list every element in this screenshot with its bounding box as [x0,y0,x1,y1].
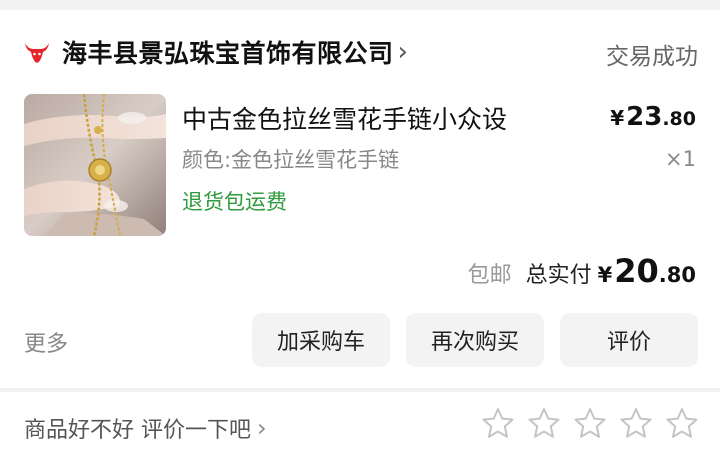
product-thumbnail[interactable] [24,94,166,236]
product-image [24,94,166,236]
shop-header[interactable]: 海丰县景弘珠宝首饰有限公司 › 交易成功 [22,32,698,72]
review-prompt-text[interactable]: 商品好不好 评价一下吧 [24,412,251,444]
order-status: 交易成功 [606,44,698,70]
shop-name[interactable]: 海丰县景弘珠宝首饰有限公司 [62,34,394,70]
star-rating[interactable] [480,406,700,442]
add-to-cart-button[interactable]: 加采购车 [252,313,390,367]
total-label: 总实付 [525,263,592,288]
star-outline-icon[interactable] [526,406,562,442]
review-prompt[interactable]: 商品好不好 评价一下吧 › [24,412,267,444]
order-card: 海丰县景弘珠宝首饰有限公司 › 交易成功 中古金色拉丝雪花手链小众设 颜色:金色… [0,10,720,388]
star-outline-icon[interactable] [480,406,516,442]
total-decimal: .80 [658,263,696,287]
currency-symbol: ¥ [610,106,625,130]
price-integer: 23 [626,102,663,132]
review-prompt-card: 商品好不好 评价一下吧 › [0,392,720,466]
more-button[interactable]: 更多 [24,326,68,358]
unit-price: ¥ 23 .80 [610,102,696,132]
shipping-label: 包邮 [467,263,512,288]
buy-again-button[interactable]: 再次购买 [406,313,544,367]
chevron-right-icon: › [397,37,408,67]
product-variant: 颜色:金色拉丝雪花手链 [182,148,400,172]
quantity: ×1 [665,147,696,171]
star-outline-icon[interactable] [572,406,608,442]
total-integer: 20 [614,252,659,290]
star-outline-icon[interactable] [618,406,654,442]
review-button[interactable]: 评价 [560,313,698,367]
chevron-right-icon: › [257,414,267,442]
star-outline-icon[interactable] [664,406,700,442]
product-title[interactable]: 中古金色拉丝雪花手链小众设 [182,100,562,136]
order-summary: 包邮 总实付 ¥ 20 .80 [468,252,696,290]
price-decimal: .80 [662,108,696,130]
total-price: ¥ 20 .80 [598,252,696,290]
return-shipping-badge: 退货包运费 [182,190,287,214]
bull-logo-icon [25,43,49,63]
currency-symbol: ¥ [597,263,613,287]
